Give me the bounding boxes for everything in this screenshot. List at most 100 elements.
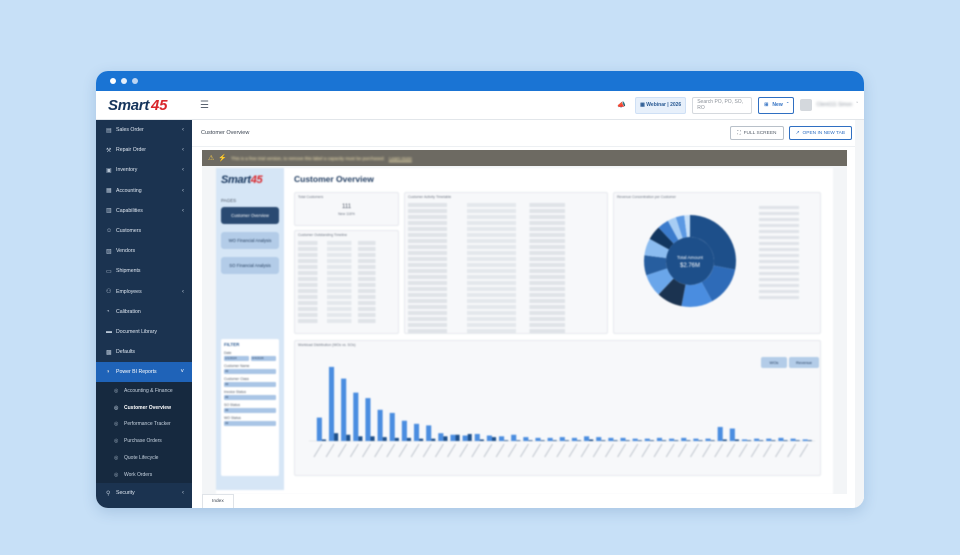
bar[interactable] [535,437,541,441]
bar[interactable] [729,428,735,441]
bar[interactable] [528,440,533,441]
date-to-field[interactable]: 6/4/2026 [251,356,276,361]
bar[interactable] [662,440,667,441]
bar[interactable] [406,437,412,441]
bar[interactable] [790,438,796,441]
date-from-field[interactable]: 1/1/2024 [224,356,249,361]
bar[interactable] [741,439,748,441]
bar[interactable] [450,434,456,441]
bar[interactable] [504,440,509,441]
bar[interactable] [462,435,468,441]
bar[interactable] [771,440,776,441]
bar[interactable] [365,398,371,441]
webinar-button[interactable]: ▦ Webinar | 2026 [635,96,687,114]
bar[interactable] [734,439,739,441]
sidebar-item-customers[interactable]: ☺ Customers [96,221,192,241]
bar[interactable] [783,440,788,441]
sidebar-item-vendors[interactable]: ▧ Vendors [96,241,192,261]
bar[interactable] [674,440,679,441]
bar[interactable] [486,435,492,441]
bar[interactable] [759,440,764,441]
sidebar-item-repair-order[interactable]: ⚒ Repair Order ‹ [96,140,192,160]
bar[interactable] [802,439,808,441]
submenu-item-accounting-finance[interactable]: ◎ Accounting & Finance [96,382,192,399]
window-control-minimize[interactable] [121,78,127,84]
bar[interactable] [511,434,517,441]
window-control-close[interactable] [110,78,116,84]
sidebar-item-shipments[interactable]: ▭ Shipments [96,261,192,281]
bar[interactable] [479,439,484,441]
sidebar-item-calibration[interactable]: ◔ Calibration [96,302,192,322]
bar[interactable] [431,438,436,441]
customer-class-select[interactable]: All [224,382,276,387]
bar[interactable] [705,438,711,441]
bar[interactable] [656,437,663,441]
bar[interactable] [584,436,590,441]
bar[interactable] [353,392,359,441]
bar[interactable] [377,409,383,441]
sidebar-item-inventory[interactable]: ▣ Inventory ‹ [96,160,192,180]
bar[interactable] [589,439,594,441]
bar[interactable] [576,440,582,441]
submenu-item-quote-lifecycle[interactable]: ◎ Quote Lifecycle [96,450,192,467]
hamburger-icon[interactable]: ☰ [200,100,214,111]
sidebar-item-security[interactable]: ⚲ Security ‹ [96,483,192,503]
bar[interactable] [625,440,630,441]
bar[interactable] [438,433,444,441]
bar[interactable] [346,434,351,441]
open-new-tab-button[interactable]: ↗ OPEN IN NEW TAB [788,126,852,140]
bar[interactable] [321,439,327,441]
banner-link[interactable]: Learn more [389,156,412,161]
bar[interactable] [523,437,529,441]
bar[interactable] [382,437,387,441]
customer-name-select[interactable]: All [224,369,276,374]
invoice-status-select[interactable]: All [224,395,276,400]
bar[interactable] [686,440,691,441]
bar[interactable] [698,440,703,441]
sidebar-item-employees[interactable]: ⚇ Employees ‹ [96,282,192,302]
bar[interactable] [564,440,569,441]
submenu-item-performance-tracker[interactable]: ◎ Performance Tracker [96,416,192,433]
bar[interactable] [710,440,715,441]
bar[interactable] [693,438,699,441]
bar[interactable] [474,433,480,441]
bar[interactable] [443,436,448,441]
bar[interactable] [669,438,675,441]
page-button-customer-overview[interactable]: Customer Overview [221,207,279,224]
search-input[interactable]: Search PO, PO, SO, RO [692,96,753,114]
sidebar-item-document-library[interactable]: ▬ Document Library [96,322,192,342]
bar[interactable] [649,440,654,441]
bar[interactable] [467,433,472,441]
submenu-item-purchase-orders[interactable]: ◎ Purchase Orders [96,433,192,450]
bar[interactable] [491,437,497,441]
page-button-wo-financial[interactable]: WO Financial Analysis [221,232,279,249]
bar[interactable] [596,437,602,441]
bar[interactable] [370,436,375,441]
sidebar-item-power-bi-reports[interactable]: ◑ Power BI Reports ˅ [96,362,192,383]
bar[interactable] [681,437,687,441]
full-screen-button[interactable]: ⛶ FULL SCREEN [730,126,784,140]
brand-logo[interactable]: Smart 45 [96,91,192,120]
bar[interactable] [717,426,723,441]
submenu-item-work-orders[interactable]: ◎ Work Orders [96,466,192,483]
tab-index[interactable]: Index [202,494,234,508]
bar[interactable] [644,438,650,441]
bar[interactable] [401,420,407,441]
bar[interactable] [559,437,565,441]
bar[interactable] [334,433,339,441]
bar[interactable] [341,378,347,441]
bar[interactable] [455,434,460,441]
bar[interactable] [394,437,399,441]
bar[interactable] [637,440,642,441]
bar[interactable] [426,425,432,441]
bar[interactable] [316,417,322,441]
bar[interactable] [389,412,395,441]
new-button[interactable]: ⊞ New ˇ [758,96,795,114]
megaphone-icon[interactable]: 📣 [617,101,627,109]
page-button-so-financial[interactable]: SO Financial Analysis [221,257,279,274]
sidebar-item-capabilities[interactable]: ▥ Capabilities ‹ [96,201,192,221]
bar[interactable] [547,437,553,441]
bar[interactable] [571,437,577,441]
user-menu[interactable]: Client111 Simon ˇ [800,97,858,114]
submenu-item-customer-overview[interactable]: ◎ Customer Overview [96,399,192,416]
